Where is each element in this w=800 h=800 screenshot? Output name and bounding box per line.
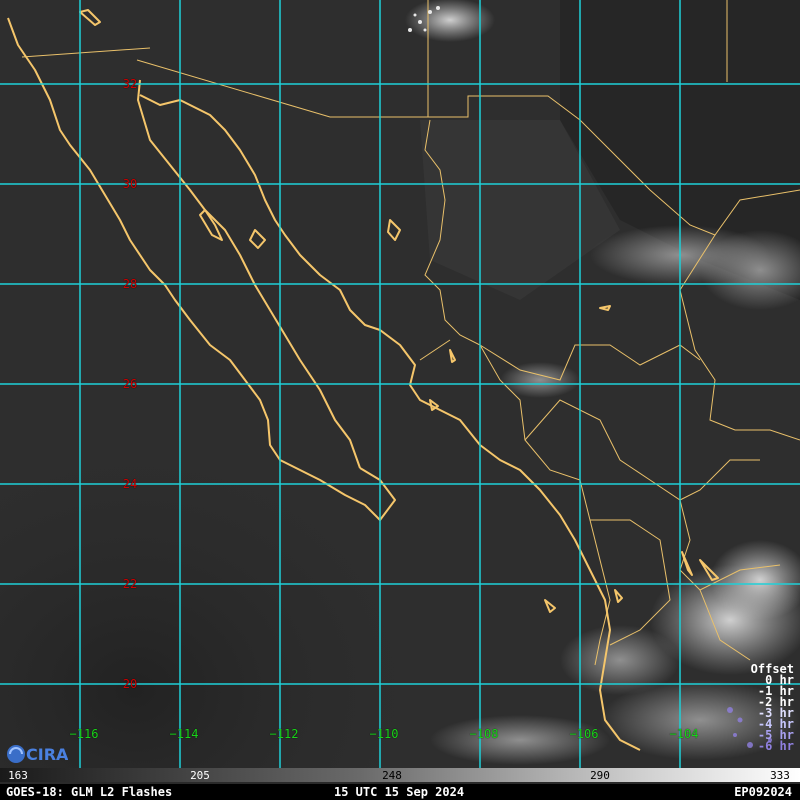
colorbar-tick-label: 333: [770, 769, 790, 782]
colorbar-tick-label: 290: [590, 769, 610, 782]
longitude-label: −116: [69, 727, 99, 741]
latitude-label: 30: [122, 177, 138, 191]
longitude-label: −108: [469, 727, 499, 741]
latitude-label: 24: [122, 477, 138, 491]
longitude-label: −106: [569, 727, 599, 741]
storm-id: EP092024: [734, 785, 792, 799]
colorbar-tick-label: 205: [190, 769, 210, 782]
longitude-label: −114: [169, 727, 199, 741]
footer-bar: GOES-18: GLM L2 Flashes 15 UTC 15 Sep 20…: [0, 784, 800, 800]
valid-time: 15 UTC 15 Sep 2024: [334, 785, 465, 799]
map-canvas: [0, 0, 800, 768]
longitude-label: −112: [269, 727, 299, 741]
latitude-label: 22: [122, 577, 138, 591]
offset-legend-items: 0 hr -1 hr -2 hr -3 hr -4 hr -5 hr -6 hr: [751, 674, 794, 753]
colorbar-tick-label: 248: [382, 769, 402, 782]
cira-logo: CIRA: [7, 745, 68, 764]
cira-logo-text: CIRA: [26, 745, 68, 764]
satellite-map: 32 30 28 26 24 22 20 −116 −114 −112 −110 −108 −106 −…: [0, 0, 800, 800]
latitude-label: 32: [122, 77, 138, 91]
latitude-label: 20: [122, 677, 138, 691]
longitude-label: −104: [669, 727, 699, 741]
longitude-label: −110: [369, 727, 399, 741]
offset-legend-item: -6 hr: [757, 739, 794, 753]
latitude-label: 26: [122, 377, 138, 391]
offset-legend: Offset 0 hr -1 hr -2 hr -3 hr -4 hr -5 hr -6 h…: [751, 663, 794, 753]
latitude-label: 28: [122, 277, 138, 291]
colorbar-tick-label: 163: [8, 769, 28, 782]
product-name: GOES-18: GLM L2 Flashes: [6, 785, 173, 799]
